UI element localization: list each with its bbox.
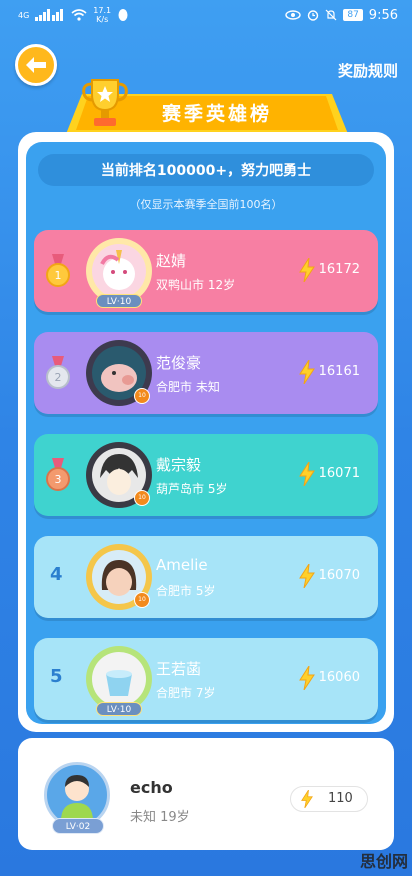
status-right: 87 9:56 <box>285 8 398 23</box>
status-left: 4G 17.1 K/s <box>18 6 129 24</box>
player-name: Amelie <box>156 556 208 574</box>
player-name: 王若菡 <box>156 660 202 678</box>
lightning-icon <box>299 360 315 384</box>
my-name: echo <box>130 778 173 797</box>
rank-label: 1 <box>55 269 62 282</box>
silver-medal-icon: 2 <box>46 356 70 389</box>
avatar: 10 <box>86 544 152 610</box>
watermark: 思创网 <box>359 852 408 871</box>
alarm-icon <box>308 10 319 21</box>
bronze-medal-icon: 3 <box>46 458 70 491</box>
my-score: 110 <box>328 791 353 806</box>
network-speed-value: 17.1 <box>93 6 112 15</box>
avatar: LV·10 <box>86 646 152 716</box>
signal-icon <box>35 9 64 21</box>
player-info: 葫芦岛市 5岁 <box>156 482 228 496</box>
player-score: 16161 <box>318 364 360 379</box>
level-dot: 10 <box>134 592 150 608</box>
rules-link[interactable]: 奖励规则 <box>338 60 398 81</box>
lightning-icon <box>299 564 315 588</box>
my-info: 未知 19岁 <box>130 810 190 825</box>
qq-icon <box>118 9 128 21</box>
rank-label: 3 <box>55 473 62 486</box>
player-info: 合肥市 未知 <box>156 380 220 394</box>
player-name: 赵婧 <box>156 252 187 270</box>
gold-medal-icon: 1 <box>46 254 70 287</box>
level-badge: LV·10 <box>96 294 142 308</box>
level-badge: LV·10 <box>96 702 142 716</box>
back-button[interactable] <box>15 44 57 86</box>
unicorn-avatar-icon <box>100 250 135 290</box>
network-speed-unit: K/s <box>96 15 109 24</box>
player-score: 16071 <box>318 466 360 481</box>
player-info: 双鸭山市 12岁 <box>156 278 236 292</box>
avatar: 10 <box>86 340 152 406</box>
player-score: 16060 <box>318 670 360 685</box>
rank-notice: 当前排名100000+，努力吧勇士 <box>38 154 374 186</box>
default-avatar-icon <box>61 775 93 821</box>
wifi-icon <box>71 9 87 21</box>
avatar: 10 <box>86 442 152 508</box>
level-dot: 10 <box>134 388 150 404</box>
eye-icon <box>285 10 302 20</box>
rank-number: 4 <box>50 564 63 585</box>
player-info: 合肥市 7岁 <box>156 686 216 700</box>
network-speed: 17.1 K/s <box>93 6 111 24</box>
battery-indicator: 87 <box>343 9 363 21</box>
level-dot: 10 <box>134 490 150 506</box>
leaderboard-row[interactable]: 1 LV·10 赵婧 双鸭山市 12岁 16172 <box>34 230 378 312</box>
lightning-icon <box>299 258 315 282</box>
rank-number: 5 <box>50 666 63 687</box>
player-name: 戴宗毅 <box>156 456 202 474</box>
arrow-left-icon <box>26 57 46 73</box>
clock: 9:56 <box>368 7 398 23</box>
mute-icon <box>325 9 337 21</box>
avatar: LV·10 <box>86 238 152 308</box>
player-info: 合肥市 5岁 <box>156 584 216 598</box>
leaderboard-row[interactable]: 4 10 Amelie 合肥市 5岁 16070 <box>34 536 378 618</box>
lightning-icon <box>299 462 315 486</box>
player-score: 16172 <box>318 262 360 277</box>
player-name: 范俊豪 <box>156 354 202 372</box>
leaderboard-row[interactable]: 3 10 戴宗毅 葫芦岛市 5岁 16071 <box>34 434 378 516</box>
sub-notice: （仅显示本赛季全国前100名） <box>129 198 283 211</box>
lightning-icon <box>301 790 313 808</box>
player-score: 16070 <box>318 568 360 583</box>
page-title: 赛季英雄榜 <box>161 102 272 125</box>
status-bar: 4G 17.1 K/s 87 9:56 <box>0 0 412 30</box>
signal-label: 4G <box>18 10 30 20</box>
lightning-icon <box>299 666 315 690</box>
cup-avatar-icon <box>106 670 132 696</box>
leaderboard-row[interactable]: 5 LV·10 王若菡 合肥市 7岁 16060 <box>34 638 378 720</box>
rank-label: 2 <box>55 371 62 384</box>
my-level-badge: LV·02 <box>52 818 104 834</box>
leaderboard-row[interactable]: 2 10 范俊豪 合肥市 未知 16161 <box>34 332 378 414</box>
